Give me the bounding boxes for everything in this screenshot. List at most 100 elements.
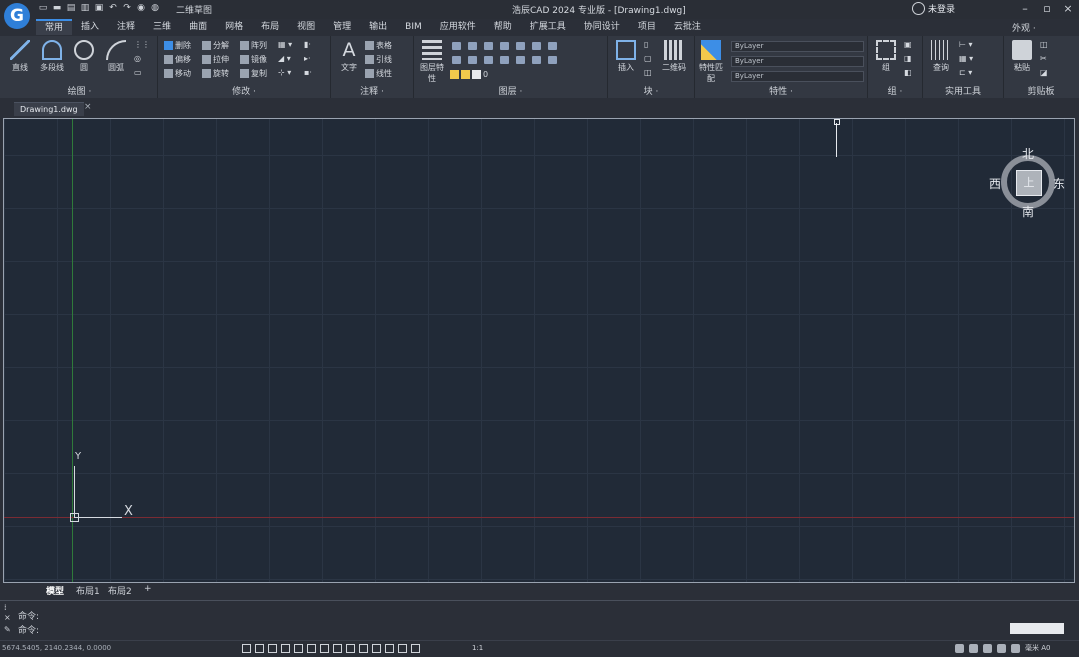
coordinates-readout[interactable]: 5674.5405, 2140.2344, 0.0000 bbox=[2, 644, 111, 652]
ellipse-icon[interactable]: ◎ bbox=[134, 54, 141, 63]
ribbon-tab[interactable]: 曲面 bbox=[180, 19, 216, 35]
erase-button[interactable]: 删除 bbox=[164, 40, 191, 51]
rectangle-icon[interactable]: ▭ bbox=[134, 68, 142, 77]
save-icon[interactable]: ▤ bbox=[66, 3, 76, 13]
ribbon-tab[interactable]: 管理 bbox=[324, 19, 360, 35]
viewcube[interactable]: 上 北 南 西 东 bbox=[989, 145, 1065, 220]
lineweight-dropdown[interactable]: ByLayer bbox=[731, 71, 864, 82]
undo-icon[interactable]: ↶ bbox=[108, 3, 118, 13]
insert-block-button[interactable]: 插入 bbox=[612, 40, 640, 73]
grip-icon[interactable]: ⁞ bbox=[4, 603, 7, 612]
mirror-button[interactable]: 镜像 bbox=[240, 54, 267, 65]
break-icon[interactable]: ▮· bbox=[304, 40, 311, 49]
ribbon-tab[interactable]: 注释 bbox=[108, 19, 144, 35]
cut-icon[interactable]: ✂ bbox=[1040, 54, 1047, 63]
fillet-icon[interactable]: ◢ ▾ bbox=[278, 54, 291, 63]
osnap-icon[interactable] bbox=[294, 644, 303, 653]
maximize-button[interactable]: ▫ bbox=[1040, 2, 1054, 15]
block-edit-icon[interactable]: ▢ bbox=[644, 54, 652, 63]
line-button[interactable]: 直线 bbox=[6, 40, 34, 73]
redo-icon[interactable]: ↷ bbox=[122, 3, 132, 13]
layer-tool-icon[interactable] bbox=[532, 56, 541, 64]
layer-tool-icon[interactable] bbox=[500, 56, 509, 64]
ribbon-tab[interactable]: 应用软件 bbox=[431, 19, 485, 35]
hatch-icon[interactable]: ⋮⋮ bbox=[134, 40, 150, 49]
ribbon-tab[interactable]: 项目 bbox=[629, 19, 665, 35]
layer-tool-icon[interactable] bbox=[452, 42, 461, 50]
appearance-menu[interactable]: 外观 · bbox=[1012, 21, 1036, 34]
ribbon-tab[interactable]: 帮助 bbox=[485, 19, 521, 35]
block-create-icon[interactable]: ◫ bbox=[644, 68, 652, 77]
ribbon-tab[interactable]: 视图 bbox=[288, 19, 324, 35]
stretch-button[interactable]: 拉伸 bbox=[202, 54, 229, 65]
layer-tool-icon[interactable] bbox=[484, 42, 493, 50]
close-icon[interactable]: × bbox=[4, 613, 11, 622]
layer-tool-icon[interactable] bbox=[484, 56, 493, 64]
add-layout-button[interactable]: + bbox=[144, 584, 152, 594]
layer-dropdown[interactable]: 0 bbox=[450, 70, 488, 79]
dyn-icon[interactable] bbox=[333, 644, 342, 653]
ribbon-tab[interactable]: 插入 bbox=[72, 19, 108, 35]
gear-icon[interactable] bbox=[955, 643, 964, 653]
block-attr-icon[interactable]: ▯ bbox=[644, 40, 648, 49]
viewcube-south[interactable]: 南 bbox=[1022, 203, 1034, 220]
layer-tool-icon[interactable] bbox=[516, 56, 525, 64]
command-input[interactable] bbox=[1010, 623, 1064, 634]
extend-icon[interactable]: ▪· bbox=[304, 68, 312, 77]
app-logo[interactable]: G bbox=[4, 3, 30, 29]
ribbon-tab[interactable]: BIM bbox=[396, 19, 431, 35]
close-icon[interactable]: × bbox=[84, 102, 92, 112]
viewcube-west[interactable]: 西 bbox=[989, 175, 1001, 192]
transparency-icon[interactable] bbox=[359, 644, 368, 653]
tab-model[interactable]: 模型 bbox=[46, 584, 64, 597]
lineweight-icon[interactable] bbox=[346, 644, 355, 653]
text-button[interactable]: A 文字 bbox=[335, 40, 363, 73]
light-bulb-icon[interactable] bbox=[983, 643, 992, 653]
ribbon-tab[interactable]: 常用 bbox=[36, 19, 73, 35]
ungroup-icon[interactable]: ▣ bbox=[904, 40, 912, 49]
polyline-button[interactable]: 多段线 bbox=[38, 40, 66, 73]
annotation-icon[interactable] bbox=[398, 644, 407, 653]
layer-properties-button[interactable]: 图层特性 bbox=[418, 40, 446, 84]
layer-tool-icon[interactable] bbox=[532, 42, 541, 50]
workspace-icon[interactable] bbox=[411, 644, 420, 653]
otrack-icon[interactable] bbox=[307, 644, 316, 653]
measure-button[interactable]: 查询 bbox=[927, 40, 955, 73]
new-file-icon[interactable]: ▭ bbox=[38, 3, 48, 13]
layer-tool-icon[interactable] bbox=[468, 42, 477, 50]
layer-tool-icon[interactable] bbox=[548, 42, 557, 50]
drawing-canvas[interactable]: Y X 上 北 南 西 东 bbox=[3, 118, 1075, 583]
group-edit-icon[interactable]: ◨ bbox=[904, 54, 912, 63]
color-dropdown[interactable]: ByLayer bbox=[731, 41, 864, 52]
ribbon-tab[interactable]: 扩展工具 bbox=[521, 19, 575, 35]
command-prompt[interactable]: 命令: bbox=[18, 623, 39, 636]
ribbon-tab[interactable]: 布局 bbox=[252, 19, 288, 35]
login-button[interactable]: 未登录 bbox=[912, 2, 955, 15]
rotate-button[interactable]: 旋转 bbox=[202, 68, 229, 79]
print-icon[interactable]: ▣ bbox=[94, 3, 104, 13]
circle-button[interactable]: 圆 bbox=[70, 40, 98, 73]
ortho-icon[interactable] bbox=[268, 644, 277, 653]
explode-button[interactable]: 分解 bbox=[202, 40, 229, 51]
paste-button[interactable]: 粘贴 bbox=[1008, 40, 1036, 73]
viewcube-north[interactable]: 北 bbox=[1022, 145, 1034, 162]
copy-clip-icon[interactable]: ◫ bbox=[1040, 40, 1048, 49]
ribbon-tab[interactable]: 三维 bbox=[144, 19, 180, 35]
ribbon-tab[interactable]: 协同设计 bbox=[575, 19, 629, 35]
workspace-selector[interactable]: 二维草图 bbox=[176, 3, 212, 16]
tab-layout1[interactable]: 布局1 bbox=[76, 584, 100, 597]
select-icon[interactable]: ⊏ ▾ bbox=[959, 68, 972, 77]
close-button[interactable]: × bbox=[1061, 2, 1075, 15]
snap-icon[interactable] bbox=[255, 644, 264, 653]
selection-cycling-icon[interactable] bbox=[372, 644, 381, 653]
linetype-dropdown[interactable]: ByLayer bbox=[731, 56, 864, 67]
isolate-icon[interactable] bbox=[997, 643, 1006, 653]
viewcube-top-face[interactable]: 上 bbox=[1016, 170, 1042, 196]
ribbon-tab[interactable]: 云批注 bbox=[665, 19, 710, 35]
move-button[interactable]: 移动 bbox=[164, 68, 191, 79]
arc-button[interactable]: 圆弧 bbox=[102, 40, 130, 73]
save-as-icon[interactable]: ▥ bbox=[80, 3, 90, 13]
ribbon-tab[interactable]: 网格 bbox=[216, 19, 252, 35]
comment-icon[interactable]: ◍ bbox=[150, 3, 160, 13]
group-button[interactable]: 组 bbox=[872, 40, 900, 73]
